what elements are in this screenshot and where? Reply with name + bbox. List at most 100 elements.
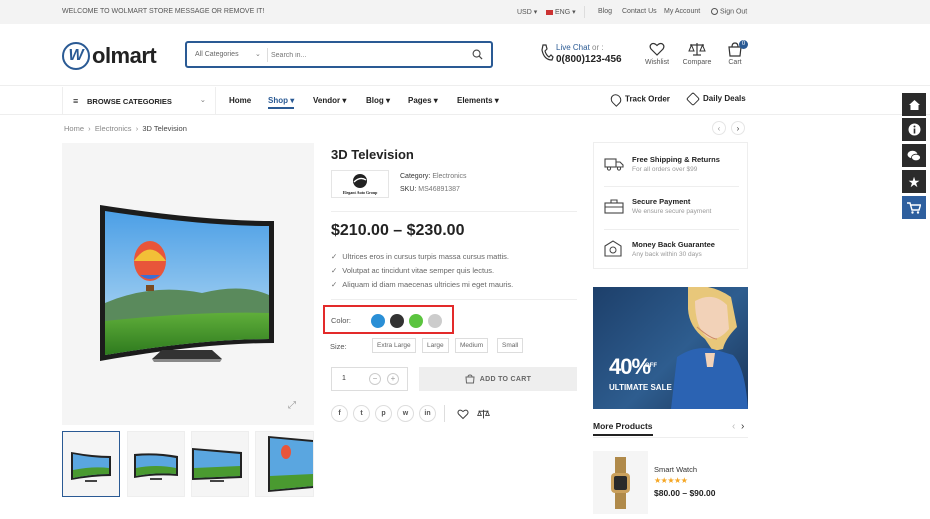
- nav-vendor[interactable]: Vendor ▾: [313, 96, 346, 105]
- phone-number: 0(800)123-456: [556, 54, 622, 65]
- prev-product-button[interactable]: ‹: [712, 121, 726, 135]
- star-icon: ★: [907, 173, 921, 190]
- logo-text: olmart: [92, 43, 157, 68]
- browse-categories-button[interactable]: ≡ BROWSE CATEGORIES ⌄: [62, 87, 216, 115]
- breadcrumb-home[interactable]: Home: [64, 124, 84, 133]
- more-product-name[interactable]: Smart Watch: [654, 465, 697, 474]
- search-icon[interactable]: [472, 49, 483, 62]
- top-bar: WELCOME TO WOLMART STORE MESSAGE OR REMO…: [0, 0, 930, 24]
- color-swatch-black[interactable]: [390, 314, 404, 328]
- check-icon: ✓: [331, 266, 338, 275]
- rating-stars: ★★★★★: [654, 476, 688, 485]
- product-sku: SKU: MS46891387: [400, 186, 460, 193]
- product-price: $210.00 – $230.00: [331, 222, 465, 239]
- top-link-signout[interactable]: Sign Out: [711, 8, 747, 15]
- cart-button[interactable]: Cart 0: [715, 40, 755, 66]
- nav-blog[interactable]: Blog ▾: [366, 96, 390, 105]
- service-info-box: Free Shipping & Returns For all orders o…: [593, 142, 748, 269]
- briefcase-icon: [604, 199, 624, 214]
- search-category-select[interactable]: All Categories: [195, 51, 239, 58]
- user-icon: [711, 8, 718, 15]
- quantity-stepper: 1 − +: [331, 367, 408, 391]
- feature-item: ✓ Volutpat ac tincidunt vitae semper quis…: [331, 266, 495, 275]
- top-link-account[interactable]: My Account: [664, 8, 700, 15]
- more-next-button[interactable]: ›: [741, 421, 744, 432]
- daily-deals-link[interactable]: Daily Deals: [685, 91, 746, 107]
- live-chat-link[interactable]: Live Chat: [556, 43, 590, 52]
- nav-pages[interactable]: Pages ▾: [408, 96, 438, 105]
- product-main-image[interactable]: ⤢: [62, 143, 314, 425]
- color-swatch-gray[interactable]: [428, 314, 442, 328]
- tag-icon: [685, 91, 701, 107]
- smart-watch-image[interactable]: [593, 451, 648, 514]
- size-option[interactable]: Small: [497, 338, 524, 353]
- side-chat-button[interactable]: [902, 144, 926, 167]
- nav-home[interactable]: Home: [229, 96, 251, 105]
- search-bar: All Categories ⌄: [185, 41, 493, 68]
- wishlist-heart-icon[interactable]: [457, 407, 469, 425]
- decrease-button[interactable]: −: [369, 373, 381, 385]
- cart-count-badge: 0: [739, 40, 748, 49]
- size-option[interactable]: Medium: [455, 338, 489, 353]
- logo[interactable]: W olmart: [62, 42, 157, 70]
- chevron-down-icon: ⌄: [255, 51, 261, 58]
- brand-name: Elegant Auto Group: [342, 190, 378, 195]
- add-to-cart-button[interactable]: ADD TO CART: [419, 367, 577, 391]
- breadcrumb-current: 3D Television: [142, 124, 187, 133]
- nav-shop[interactable]: Shop ▾: [268, 96, 295, 109]
- increase-button[interactable]: +: [387, 373, 399, 385]
- size-option[interactable]: Extra Large: [372, 338, 416, 353]
- nav-elements[interactable]: Elements ▾: [457, 96, 499, 105]
- language-select[interactable]: ENG ▾: [546, 8, 576, 16]
- feature-item: ✓ Ultrices eros in cursus turpis massa cu…: [331, 252, 510, 261]
- compare-button[interactable]: Compare: [677, 42, 717, 66]
- home-icon: [908, 99, 920, 110]
- size-label: Size:: [330, 342, 347, 351]
- thumbnail-3[interactable]: [191, 431, 249, 497]
- side-info-button[interactable]: [902, 118, 926, 141]
- breadcrumb-electronics[interactable]: Electronics: [95, 124, 132, 133]
- breadcrumb: Home › Electronics › 3D Television: [64, 124, 187, 133]
- top-link-blog[interactable]: Blog: [598, 8, 612, 15]
- truck-icon: [604, 158, 624, 171]
- scale-icon: [688, 43, 706, 56]
- cart-icon: [907, 201, 921, 214]
- color-label: Color:: [331, 316, 352, 325]
- brand-logo[interactable]: Elegant Auto Group: [331, 170, 389, 198]
- more-prev-button[interactable]: ‹: [732, 421, 735, 432]
- color-swatch-green[interactable]: [409, 314, 423, 328]
- thumbnail-2[interactable]: [127, 431, 185, 497]
- product-title: 3D Television: [331, 147, 414, 162]
- pinterest-icon[interactable]: p: [375, 405, 392, 422]
- compare-scale-icon[interactable]: [477, 407, 490, 425]
- top-link-contact[interactable]: Contact Us: [622, 8, 657, 15]
- expand-icon[interactable]: ⤢: [288, 400, 296, 411]
- thumbnail-4[interactable]: [255, 431, 314, 497]
- menu-icon: ≡: [73, 95, 79, 106]
- linkedin-icon[interactable]: in: [419, 405, 436, 422]
- side-star-button[interactable]: ★: [902, 170, 926, 193]
- side-home-button[interactable]: [902, 93, 926, 116]
- track-order-link[interactable]: Track Order: [608, 92, 670, 107]
- color-swatch-blue[interactable]: [371, 314, 385, 328]
- welcome-message: WELCOME TO WOLMART STORE MESSAGE OR REMO…: [62, 8, 265, 15]
- facebook-icon[interactable]: f: [331, 405, 348, 422]
- search-input[interactable]: [271, 47, 461, 63]
- next-product-button[interactable]: ›: [731, 121, 745, 135]
- wishlist-button[interactable]: Wishlist: [637, 42, 677, 66]
- banner-text: ULTIMATE SALE: [609, 383, 672, 392]
- check-icon: ✓: [331, 252, 338, 261]
- thumbnail-1[interactable]: [62, 431, 120, 497]
- twitter-icon[interactable]: t: [353, 405, 370, 422]
- size-option[interactable]: Large: [422, 338, 449, 353]
- feature-item: ✓ Aliquam id diam maecenas ultricies mi e…: [331, 280, 514, 289]
- currency-select[interactable]: USD ▾: [517, 8, 537, 16]
- sale-banner[interactable]: 40% OFF ULTIMATE SALE: [593, 287, 748, 409]
- quantity-input[interactable]: 1: [342, 375, 346, 382]
- whatsapp-icon[interactable]: w: [397, 405, 414, 422]
- header: W olmart All Categories ⌄ Live Chat or :…: [0, 24, 930, 86]
- flag-icon: [546, 9, 553, 15]
- info-icon: [908, 123, 920, 136]
- side-cart-button[interactable]: [902, 196, 926, 219]
- bag-icon: [465, 374, 475, 384]
